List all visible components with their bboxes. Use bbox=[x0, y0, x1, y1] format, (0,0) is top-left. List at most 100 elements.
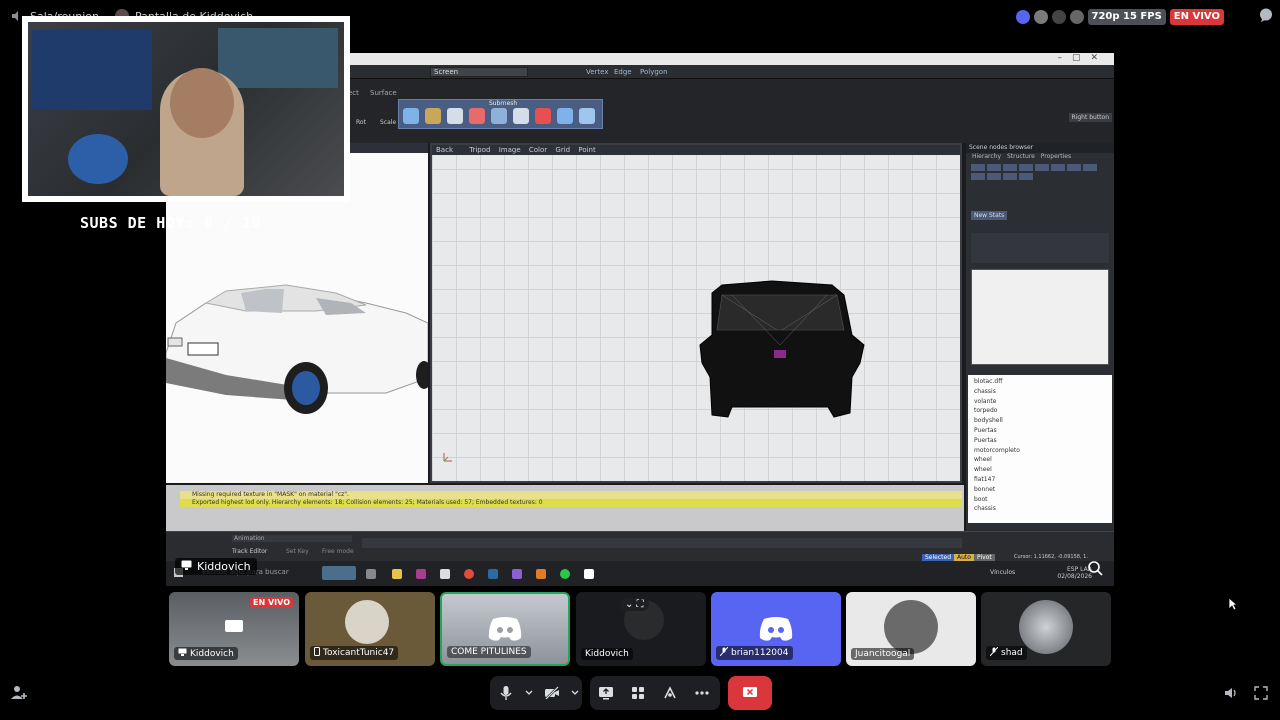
toolbar-vertex[interactable]: Vertex bbox=[586, 68, 609, 76]
participant-tile[interactable]: shad bbox=[981, 592, 1111, 666]
participant-tile[interactable]: COME PITULINES bbox=[440, 592, 570, 666]
list-item[interactable]: wheel bbox=[974, 455, 1106, 465]
participant-tile[interactable]: ⌄ ⛶ Kiddovich bbox=[576, 592, 706, 666]
app-icon[interactable] bbox=[584, 569, 594, 579]
panel-button[interactable] bbox=[987, 164, 1001, 171]
camera-off-button[interactable] bbox=[536, 676, 568, 710]
list-item[interactable]: bonnet bbox=[974, 485, 1106, 495]
tab-properties[interactable]: Properties bbox=[1041, 153, 1071, 160]
tool-icon[interactable] bbox=[579, 108, 595, 124]
chrome-icon[interactable] bbox=[464, 569, 474, 579]
set-key-tab[interactable]: Set Key bbox=[286, 548, 309, 555]
panel-button[interactable] bbox=[1003, 164, 1017, 171]
tool-icon[interactable] bbox=[557, 108, 573, 124]
task-view-icon[interactable] bbox=[366, 569, 376, 579]
fullscreen-icon[interactable] bbox=[1254, 685, 1268, 704]
panel-button[interactable] bbox=[1083, 164, 1097, 171]
focus-control[interactable]: ⌄ ⛶ bbox=[620, 598, 649, 611]
track-editor-tab[interactable]: Track Editor bbox=[232, 548, 267, 555]
tab-surface[interactable]: Surface bbox=[370, 89, 397, 97]
more-options-icon[interactable] bbox=[686, 676, 718, 710]
app-icon[interactable] bbox=[416, 569, 426, 579]
tile-name-text: Kiddovich bbox=[190, 648, 234, 659]
panel-button[interactable] bbox=[1019, 173, 1033, 180]
list-item[interactable]: torpedo bbox=[974, 406, 1106, 416]
chevron-down-icon[interactable] bbox=[522, 676, 536, 710]
submesh-ribbon: Subrnesh bbox=[398, 99, 603, 129]
discord-icon bbox=[1015, 10, 1030, 24]
panel-button[interactable] bbox=[971, 173, 985, 180]
panel-button[interactable] bbox=[1051, 164, 1065, 171]
tool-icon[interactable] bbox=[513, 108, 529, 124]
app-icon[interactable] bbox=[440, 569, 450, 579]
activities-button[interactable] bbox=[622, 676, 654, 710]
right-button[interactable]: Right button bbox=[1068, 113, 1112, 122]
list-item[interactable]: motorcompleto bbox=[974, 446, 1106, 456]
status-selected: Selected bbox=[922, 554, 955, 561]
spotify-icon[interactable] bbox=[560, 569, 570, 579]
list-item[interactable]: wheel bbox=[974, 465, 1106, 475]
avatar bbox=[1051, 10, 1066, 24]
participant-tile[interactable]: brian112004 bbox=[711, 592, 841, 666]
status-pivot: Pivot bbox=[974, 554, 995, 561]
mode-select[interactable]: Screen bbox=[430, 67, 528, 77]
panel-button[interactable] bbox=[987, 173, 1001, 180]
tool-icon[interactable] bbox=[535, 108, 551, 124]
participant-tile[interactable]: ToxicantTunic47 bbox=[305, 592, 435, 666]
panel-button[interactable] bbox=[1035, 164, 1049, 171]
cube-icon[interactable] bbox=[403, 108, 419, 124]
screen-share-button[interactable] bbox=[590, 676, 622, 710]
plush-toy bbox=[68, 134, 128, 184]
tile-name: shad bbox=[986, 646, 1027, 660]
tab-hierarchy[interactable]: Hierarchy bbox=[972, 153, 1001, 160]
list-item[interactable]: fiat147 bbox=[974, 475, 1106, 485]
tile-name-text: ToxicantTunic47 bbox=[323, 648, 395, 658]
soundboard-button[interactable] bbox=[654, 676, 686, 710]
list-item[interactable]: Puertas bbox=[974, 436, 1106, 446]
zoom-icon[interactable] bbox=[1087, 560, 1103, 576]
weather-widget-icon[interactable] bbox=[322, 566, 356, 580]
window-controls[interactable]: –▢✕ bbox=[1057, 53, 1108, 63]
tool-icon[interactable] bbox=[491, 108, 507, 124]
add-user-icon[interactable] bbox=[10, 684, 28, 706]
panel-tabs: Hierarchy Structure Properties bbox=[966, 153, 1114, 161]
tile-name: brian112004 bbox=[716, 646, 793, 660]
tile-name-text: shad bbox=[1001, 648, 1023, 658]
tool-icon[interactable] bbox=[447, 108, 463, 124]
tab-structure[interactable]: Structure bbox=[1007, 153, 1035, 160]
list-item[interactable]: boot bbox=[974, 495, 1106, 505]
panel-button[interactable] bbox=[1019, 164, 1033, 171]
leave-call-button[interactable] bbox=[728, 676, 772, 710]
microphone-button[interactable] bbox=[490, 676, 522, 710]
new-stats-button[interactable]: New Stats bbox=[971, 211, 1008, 220]
list-item[interactable]: blotac.dff bbox=[974, 377, 1106, 387]
list-item[interactable]: volante bbox=[974, 397, 1106, 407]
toolbar-edge[interactable]: Edge bbox=[614, 68, 632, 76]
timeline-track[interactable] bbox=[362, 538, 962, 548]
app-icon[interactable] bbox=[536, 569, 546, 579]
folder-icon[interactable] bbox=[392, 569, 402, 579]
panel-button[interactable] bbox=[1067, 164, 1081, 171]
free-mode-tab[interactable]: Free mode bbox=[322, 548, 354, 555]
list-item[interactable]: Puertas bbox=[974, 426, 1106, 436]
panel-button[interactable] bbox=[1003, 173, 1017, 180]
live-badge: EN VIVO bbox=[250, 597, 293, 608]
mesh-icon[interactable] bbox=[425, 108, 441, 124]
tool-icon[interactable] bbox=[469, 108, 485, 124]
volume-icon[interactable] bbox=[1224, 685, 1238, 704]
panel-button[interactable] bbox=[971, 164, 985, 171]
participant-tile[interactable]: EN VIVO Kiddovich bbox=[169, 592, 299, 666]
chat-icon[interactable] bbox=[1258, 7, 1274, 27]
subs-counter: SUBS DE HOY: 0 / 10 bbox=[80, 214, 262, 232]
participant-tile[interactable]: Juancitoogal bbox=[846, 592, 976, 666]
chevron-down-icon[interactable] bbox=[568, 676, 582, 710]
app-icon[interactable] bbox=[512, 569, 522, 579]
taskbar-links[interactable]: Vínculos bbox=[990, 569, 1015, 576]
node-list: blotac.dff chassis volante torpedo bodys… bbox=[968, 375, 1112, 523]
list-item[interactable]: chassis bbox=[974, 504, 1106, 514]
toolbar-polygon[interactable]: Polygon bbox=[640, 68, 668, 76]
back-viewport[interactable]: Back Tripod Image Color Grid Point bbox=[430, 143, 962, 483]
list-item[interactable]: bodyshell bbox=[974, 416, 1106, 426]
list-item[interactable]: chassis bbox=[974, 387, 1106, 397]
steam-icon[interactable] bbox=[488, 569, 498, 579]
